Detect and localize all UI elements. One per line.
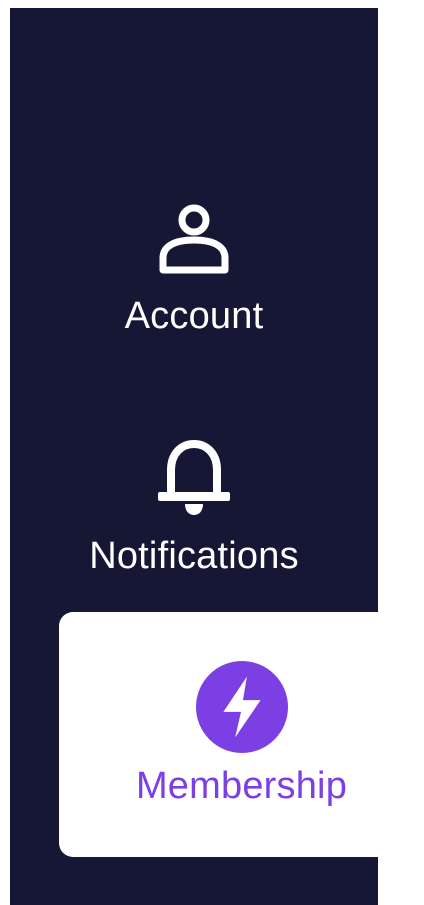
sidebar-item-membership[interactable]: Membership [59,612,424,857]
bell-icon [148,433,240,525]
sidebar-item-label: Membership [135,765,348,807]
sidebar-item-account[interactable]: Account [10,150,378,380]
app-frame: Account Notifications Membership [0,0,424,905]
user-icon [148,193,240,285]
sidebar-item-notifications[interactable]: Notifications [10,390,378,620]
lightning-bolt-icon [195,661,288,753]
sidebar-item-label: Account [124,294,264,337]
sidebar-item-label: Notifications [89,534,299,577]
